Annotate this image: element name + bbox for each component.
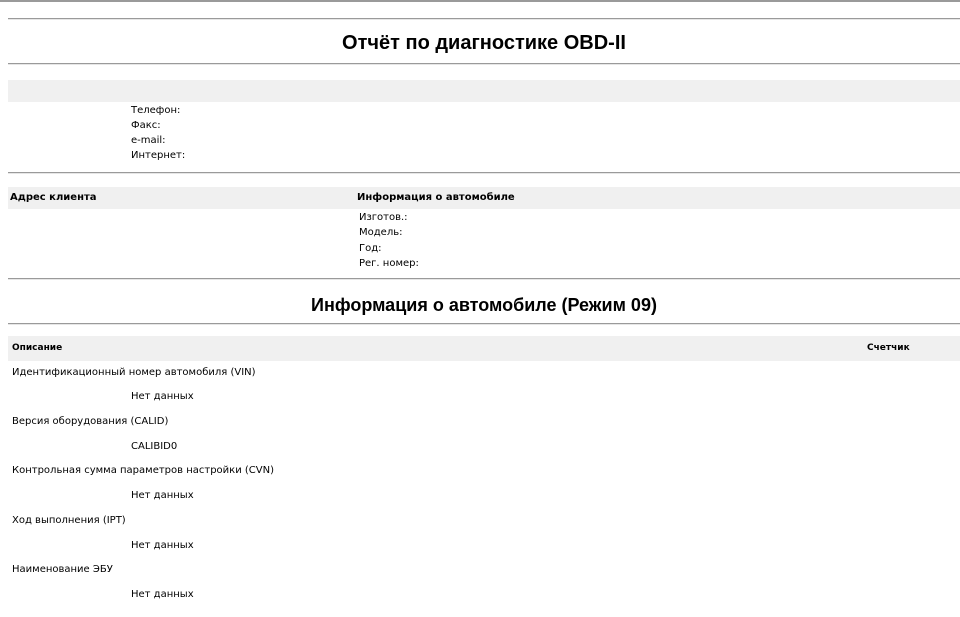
email-label: e-mail: [131, 135, 166, 146]
row-value: Нет данных [131, 540, 194, 551]
report-title: Отчёт по диагностике OBD-II [342, 32, 626, 54]
row-value: Нет данных [131, 391, 194, 402]
row-description: Наименование ЭБУ [12, 564, 113, 575]
divider [8, 18, 960, 20]
model-label: Модель: [359, 227, 403, 238]
client-address-header: Адрес клиента [10, 192, 97, 203]
row-description: Контрольная сумма параметров настройки (… [12, 465, 274, 476]
table-header-band [8, 336, 960, 361]
year-label: Год: [359, 243, 382, 254]
vehicle-info-header: Информация о автомобиле [357, 192, 515, 203]
row-value: CALIBID0 [131, 441, 178, 452]
row-description: Идентификационный номер автомобиля (VIN) [12, 367, 256, 378]
phone-label: Телефон: [131, 105, 181, 116]
make-label: Изготов.: [359, 212, 408, 223]
column-header-description: Описание [12, 343, 63, 353]
divider [8, 278, 960, 280]
row-value: Нет данных [131, 490, 194, 501]
top-border [0, 0, 960, 2]
mode09-title: Информация о автомобиле (Режим 09) [311, 295, 657, 315]
fax-label: Факс: [131, 120, 161, 131]
divider [8, 63, 960, 65]
divider [8, 172, 960, 174]
column-header-counter: Счетчик [867, 343, 910, 353]
divider [8, 323, 960, 325]
row-description: Версия оборудования (CALID) [12, 416, 169, 427]
reg-number-label: Рег. номер: [359, 258, 419, 269]
row-value: Нет данных [131, 589, 194, 600]
internet-label: Интернет: [131, 150, 186, 161]
header-band [8, 80, 960, 102]
row-description: Ход выполнения (IPT) [12, 515, 126, 526]
